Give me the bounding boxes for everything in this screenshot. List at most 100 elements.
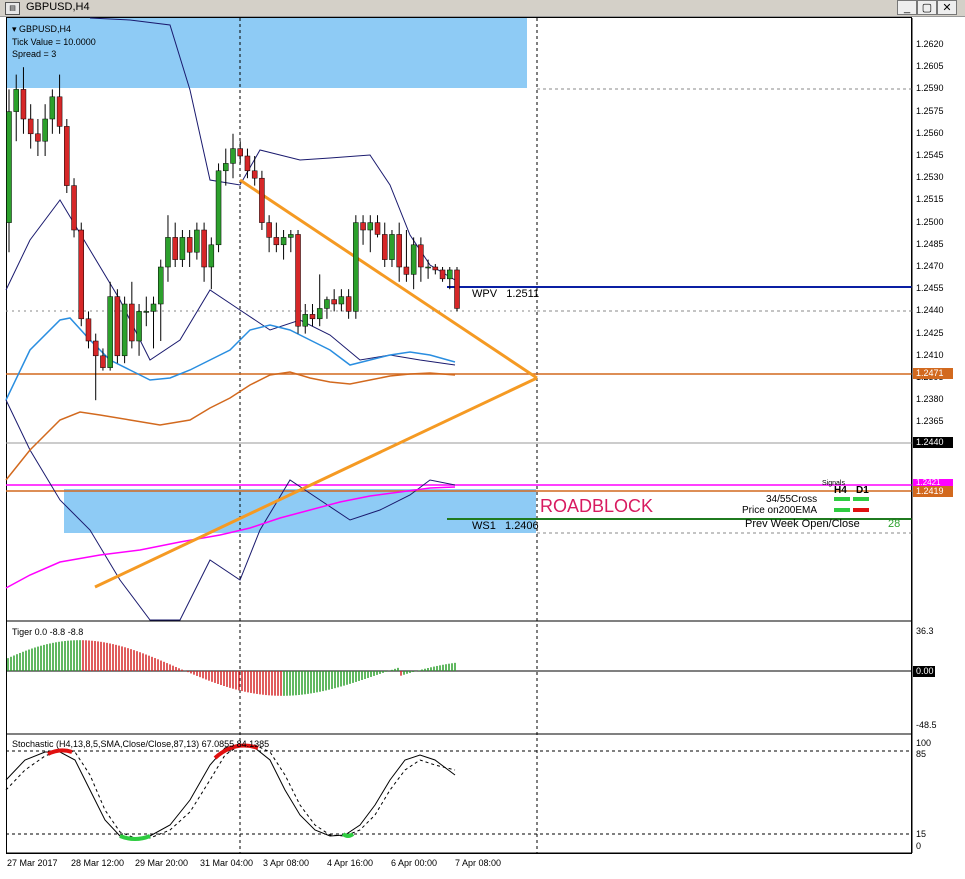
candle-body (100, 355, 106, 368)
tiger-top-label: 36.3 (916, 626, 934, 636)
candle-body (172, 237, 178, 260)
candle-body (338, 296, 345, 305)
candle-body (20, 89, 27, 120)
candle-body (42, 118, 48, 142)
price-axis-label: 1.2575 (916, 105, 944, 116)
demand-zone (64, 489, 536, 533)
candle-body (266, 222, 272, 238)
candle-body (447, 269, 453, 280)
candle-body (360, 222, 366, 231)
candle-body (165, 237, 171, 268)
current-price-tag: 1.2440 (913, 437, 953, 448)
triangle-upper-line (239, 178, 538, 380)
candle-body (439, 269, 446, 280)
prev-week-label: Prev Week Open/Close (745, 518, 860, 530)
candle-body (107, 296, 113, 368)
ws1-label: WS1 1.2406 (472, 520, 539, 532)
candle-body (410, 244, 417, 275)
time-label: 29 Mar 20:00 (135, 858, 189, 868)
stoch-scale-15: 15 (916, 829, 927, 839)
tiger-histogram (7, 640, 456, 696)
candle-body (237, 148, 243, 157)
ma-level-price-tag: 1.2471 (913, 368, 953, 379)
price-axis-label: 1.2620 (916, 39, 944, 49)
candle-body (35, 133, 41, 142)
candle-body (230, 148, 236, 164)
candle-body (129, 303, 135, 342)
candle-body (186, 237, 193, 253)
candle-body (143, 311, 150, 313)
signals-ema-label: Price on200EMA (742, 505, 818, 516)
prev-week-value: 28 (888, 518, 901, 530)
candle-body (49, 96, 56, 120)
candle-body (389, 234, 395, 260)
price-axis-label: 1.2590 (916, 83, 944, 94)
time-label: 7 Apr 08:00 (455, 858, 502, 868)
signals-h4: H4 (834, 485, 847, 496)
candle-body (244, 155, 251, 172)
triangle-lower-line (94, 376, 538, 589)
candle-body (78, 229, 85, 320)
candle-body (194, 229, 200, 253)
candle-body (353, 222, 359, 312)
price-axis-label: 1.2440 (916, 305, 944, 316)
candle-body (316, 308, 323, 320)
price-axis-label: 1.2470 (916, 261, 944, 271)
candle-body (92, 340, 99, 357)
stoch-scale-85: 85 (916, 749, 927, 759)
candle-body (85, 318, 92, 342)
time-label: 6 Apr 00:00 (391, 858, 438, 868)
candle-body (273, 237, 280, 246)
candle-body (403, 266, 410, 275)
candle-body (432, 266, 439, 271)
candle-body (324, 299, 330, 309)
candle-body (374, 222, 381, 235)
tiger-bottom-label: -48.5 (916, 720, 937, 730)
price-axis-label: 1.2560 (916, 127, 944, 138)
candle-body (396, 234, 402, 268)
supply-zone (7, 18, 527, 88)
candle-body (309, 314, 316, 320)
price-axis-label: 1.2605 (916, 61, 944, 72)
symbol-label: ▾ GBPUSD,H4 (12, 24, 72, 34)
price-axis-label: 1.2530 (916, 172, 944, 183)
candle-body (454, 269, 460, 309)
price-axis-label: 1.2515 (916, 194, 944, 205)
candle-body (157, 266, 164, 305)
candle-body (367, 222, 374, 231)
time-label: 4 Apr 16:00 (327, 858, 374, 868)
time-label: 28 Mar 12:00 (71, 858, 125, 868)
candle-body (259, 177, 265, 223)
candle-body (179, 237, 186, 260)
signals-cross-label: 34/55Cross (766, 494, 818, 505)
price-axis-label: 1.2410 (916, 349, 944, 360)
stoch-scale-0: 0 (916, 841, 922, 851)
candle-body (114, 296, 121, 357)
candle-body (302, 314, 309, 327)
blue-moving-average (5, 317, 456, 401)
tick-value-label: Tick Value = 10.0000 (12, 37, 96, 47)
price-axis-label: 1.2455 (916, 283, 944, 294)
candle-body (71, 185, 77, 231)
price-axis-label: 1.2380 (916, 394, 944, 405)
tiger-zero-tag: 0.00 (913, 666, 935, 677)
candle-body (215, 170, 222, 246)
candle-body (121, 303, 128, 357)
tiger-label: Tiger 0.0 -8.8 -8.8 (12, 627, 84, 637)
time-label: 31 Mar 04:00 (200, 858, 254, 868)
price-axis-label: 1.2425 (916, 327, 944, 338)
candle-body (56, 96, 63, 127)
candle-body (223, 163, 229, 172)
candle-body (381, 234, 388, 260)
candle-body (331, 299, 337, 305)
price-axis-label: 1.2500 (916, 216, 944, 227)
stoch-scale-100: 100 (916, 738, 932, 748)
candle-body (64, 126, 70, 186)
signals-d1: D1 (856, 485, 869, 496)
price-axis-label: 1.2545 (916, 150, 944, 160)
price-axis-label: 1.2485 (916, 238, 944, 249)
candle-body (27, 118, 34, 135)
orange-moving-average (5, 371, 456, 481)
candle-body (288, 234, 294, 238)
candle-body (251, 170, 258, 179)
